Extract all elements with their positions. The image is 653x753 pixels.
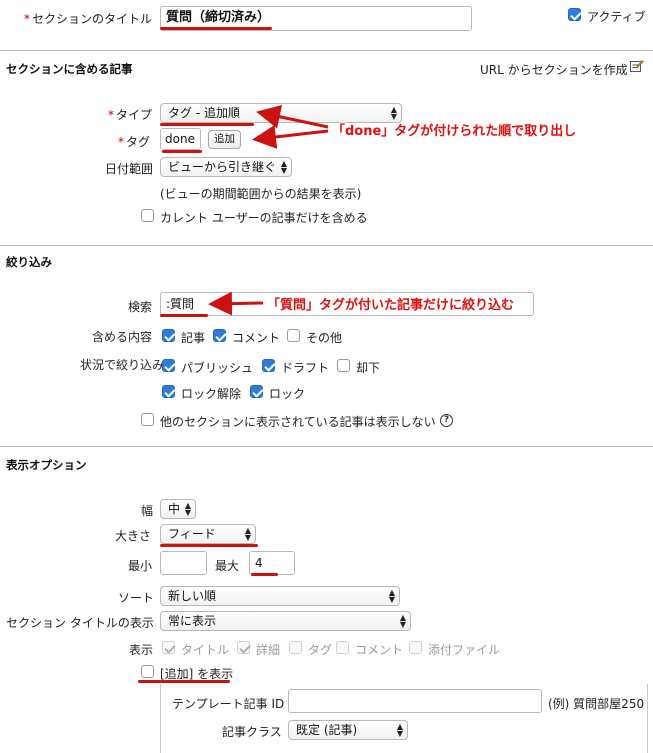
create-from-url-link[interactable]: URL からセクションを作成 <box>480 61 628 78</box>
template-example: (例) 質問部屋250 <box>548 697 645 711</box>
status-checkbox-2[interactable] <box>337 359 350 372</box>
type-label: * タイプ <box>108 108 153 122</box>
include-checkbox-2[interactable] <box>287 329 300 342</box>
status-checkbox-3[interactable] <box>162 385 175 398</box>
size-value: フィード <box>168 527 216 541</box>
tag-underline <box>162 150 202 153</box>
max-input[interactable]: 4 <box>249 551 295 575</box>
date-range-select[interactable]: ビューから引き継ぐ ▲ ▼ <box>160 157 292 177</box>
show-checkbox-4 <box>409 641 422 654</box>
select-arrows-icon: ▲ ▼ <box>399 613 406 629</box>
show-label-1: 詳細 <box>256 643 281 657</box>
width-select[interactable]: 中 ▲ ▼ <box>160 499 196 519</box>
edit-icon[interactable] <box>630 59 644 73</box>
include-checkbox-1[interactable] <box>213 329 226 342</box>
min-input[interactable] <box>160 551 207 575</box>
include-label-1: コメント <box>232 331 281 345</box>
sort-value: 新しい順 <box>168 589 217 603</box>
divider <box>0 446 653 447</box>
search-label: 検索 <box>128 300 153 314</box>
class-label: 記事クラス <box>222 725 282 739</box>
tag-input[interactable]: done <box>160 128 201 150</box>
size-label: 大きさ <box>115 529 152 543</box>
sort-label: ソート <box>118 591 155 605</box>
status-checkbox-1[interactable] <box>262 359 275 372</box>
hide-other-sections-label: 他のセクションに表示されている記事は表示しない <box>160 415 436 429</box>
template-id-input[interactable] <box>288 689 542 713</box>
class-select[interactable]: 既定 (記事) ▲ ▼ <box>288 720 408 740</box>
active-label: アクティブ <box>587 10 646 24</box>
show-add-checkbox[interactable] <box>141 665 154 678</box>
date-range-value: ビューから引き継ぐ <box>168 160 277 174</box>
sort-select[interactable]: 新しい順 ▲ ▼ <box>160 586 400 606</box>
status-checkbox-4[interactable] <box>250 385 263 398</box>
done-tag-annotation: 「done」タグが付けられた順で取り出し <box>332 124 577 139</box>
include-label-2: その他 <box>306 331 343 345</box>
type-select-value: タグ - 追加順 <box>168 106 240 120</box>
search-underline <box>160 314 208 317</box>
show-label-2: タグ <box>308 643 333 657</box>
current-user-checkbox[interactable] <box>141 209 154 222</box>
hide-other-sections-checkbox[interactable] <box>141 413 154 426</box>
date-range-label: 日付範囲 <box>105 162 154 176</box>
status-label-1: ドラフト <box>281 361 330 375</box>
title-display-select[interactable]: 常に表示 ▲ ▼ <box>160 611 411 631</box>
size-select[interactable]: フィード ▲ ▼ <box>160 524 256 544</box>
max-label: 最大 <box>215 559 240 573</box>
show-label-0: タイトル <box>181 643 230 657</box>
show-checkbox-2 <box>289 641 302 654</box>
tag-label: * タグ <box>118 135 151 149</box>
status-label-2: 却下 <box>356 361 381 375</box>
show-checkbox-1 <box>237 641 250 654</box>
width-value: 中 <box>168 502 181 516</box>
title-underline <box>160 27 272 30</box>
select-arrows-icon: ▲ ▼ <box>184 501 191 517</box>
add-tag-button[interactable]: 追加 <box>208 130 241 149</box>
show-label: 表示 <box>129 643 154 657</box>
select-arrows-icon: ▲ ▼ <box>396 722 403 738</box>
status-label-4: ロック <box>269 387 306 401</box>
max-underline <box>251 573 278 576</box>
select-arrows-icon: ▲ ▼ <box>244 526 251 542</box>
title-display-value: 常に表示 <box>168 614 217 628</box>
question-tag-annotation: 「質問」タグが付いた記事だけに絞り込む <box>267 298 515 313</box>
class-value: 既定 (記事) <box>296 723 358 737</box>
title-display-label: セクション タイトルの表示 <box>6 616 154 630</box>
size-underline <box>160 544 258 547</box>
arrow-to-tag <box>252 125 329 149</box>
show-checkbox-0 <box>162 641 175 654</box>
status-checkbox-0[interactable] <box>162 359 175 372</box>
template-id-label: テンプレート記事 ID <box>172 697 285 711</box>
active-checkbox[interactable] <box>568 8 581 21</box>
type-underline <box>160 123 254 126</box>
divider <box>0 245 653 246</box>
section-title-label: * セクションのタイトル <box>24 12 153 26</box>
status-label-3: ロック解除 <box>181 387 242 401</box>
status-filter-label: 状況で絞り込み <box>80 358 165 372</box>
divider <box>0 50 653 51</box>
help-icon[interactable]: ? <box>440 414 453 427</box>
show-label-4: 添付ファイル <box>428 643 501 657</box>
entries-section-header: セクションに含める記事 <box>6 62 133 76</box>
filter-section-header: 絞り込み <box>6 255 52 269</box>
select-arrows-icon: ▲ ▼ <box>390 105 397 121</box>
status-label-0: パブリッシュ <box>181 361 254 375</box>
min-label: 最小 <box>128 559 153 573</box>
width-label: 幅 <box>141 504 154 518</box>
select-arrows-icon: ▲ ▼ <box>388 588 395 604</box>
include-checkbox-0[interactable] <box>162 329 175 342</box>
show-label-3: コメント <box>355 643 404 657</box>
show-add-underline <box>138 680 230 683</box>
include-label-0: 記事 <box>181 331 206 345</box>
date-range-note: (ビューの期間範囲からの結果を表示) <box>160 187 362 201</box>
current-user-label: カレント ユーザーの記事だけを含める <box>160 211 368 225</box>
show-checkbox-3 <box>336 641 349 654</box>
select-arrows-icon: ▲ ▼ <box>280 159 287 175</box>
display-section-header: 表示オプション <box>6 458 87 472</box>
include-label: 含める内容 <box>92 330 153 344</box>
